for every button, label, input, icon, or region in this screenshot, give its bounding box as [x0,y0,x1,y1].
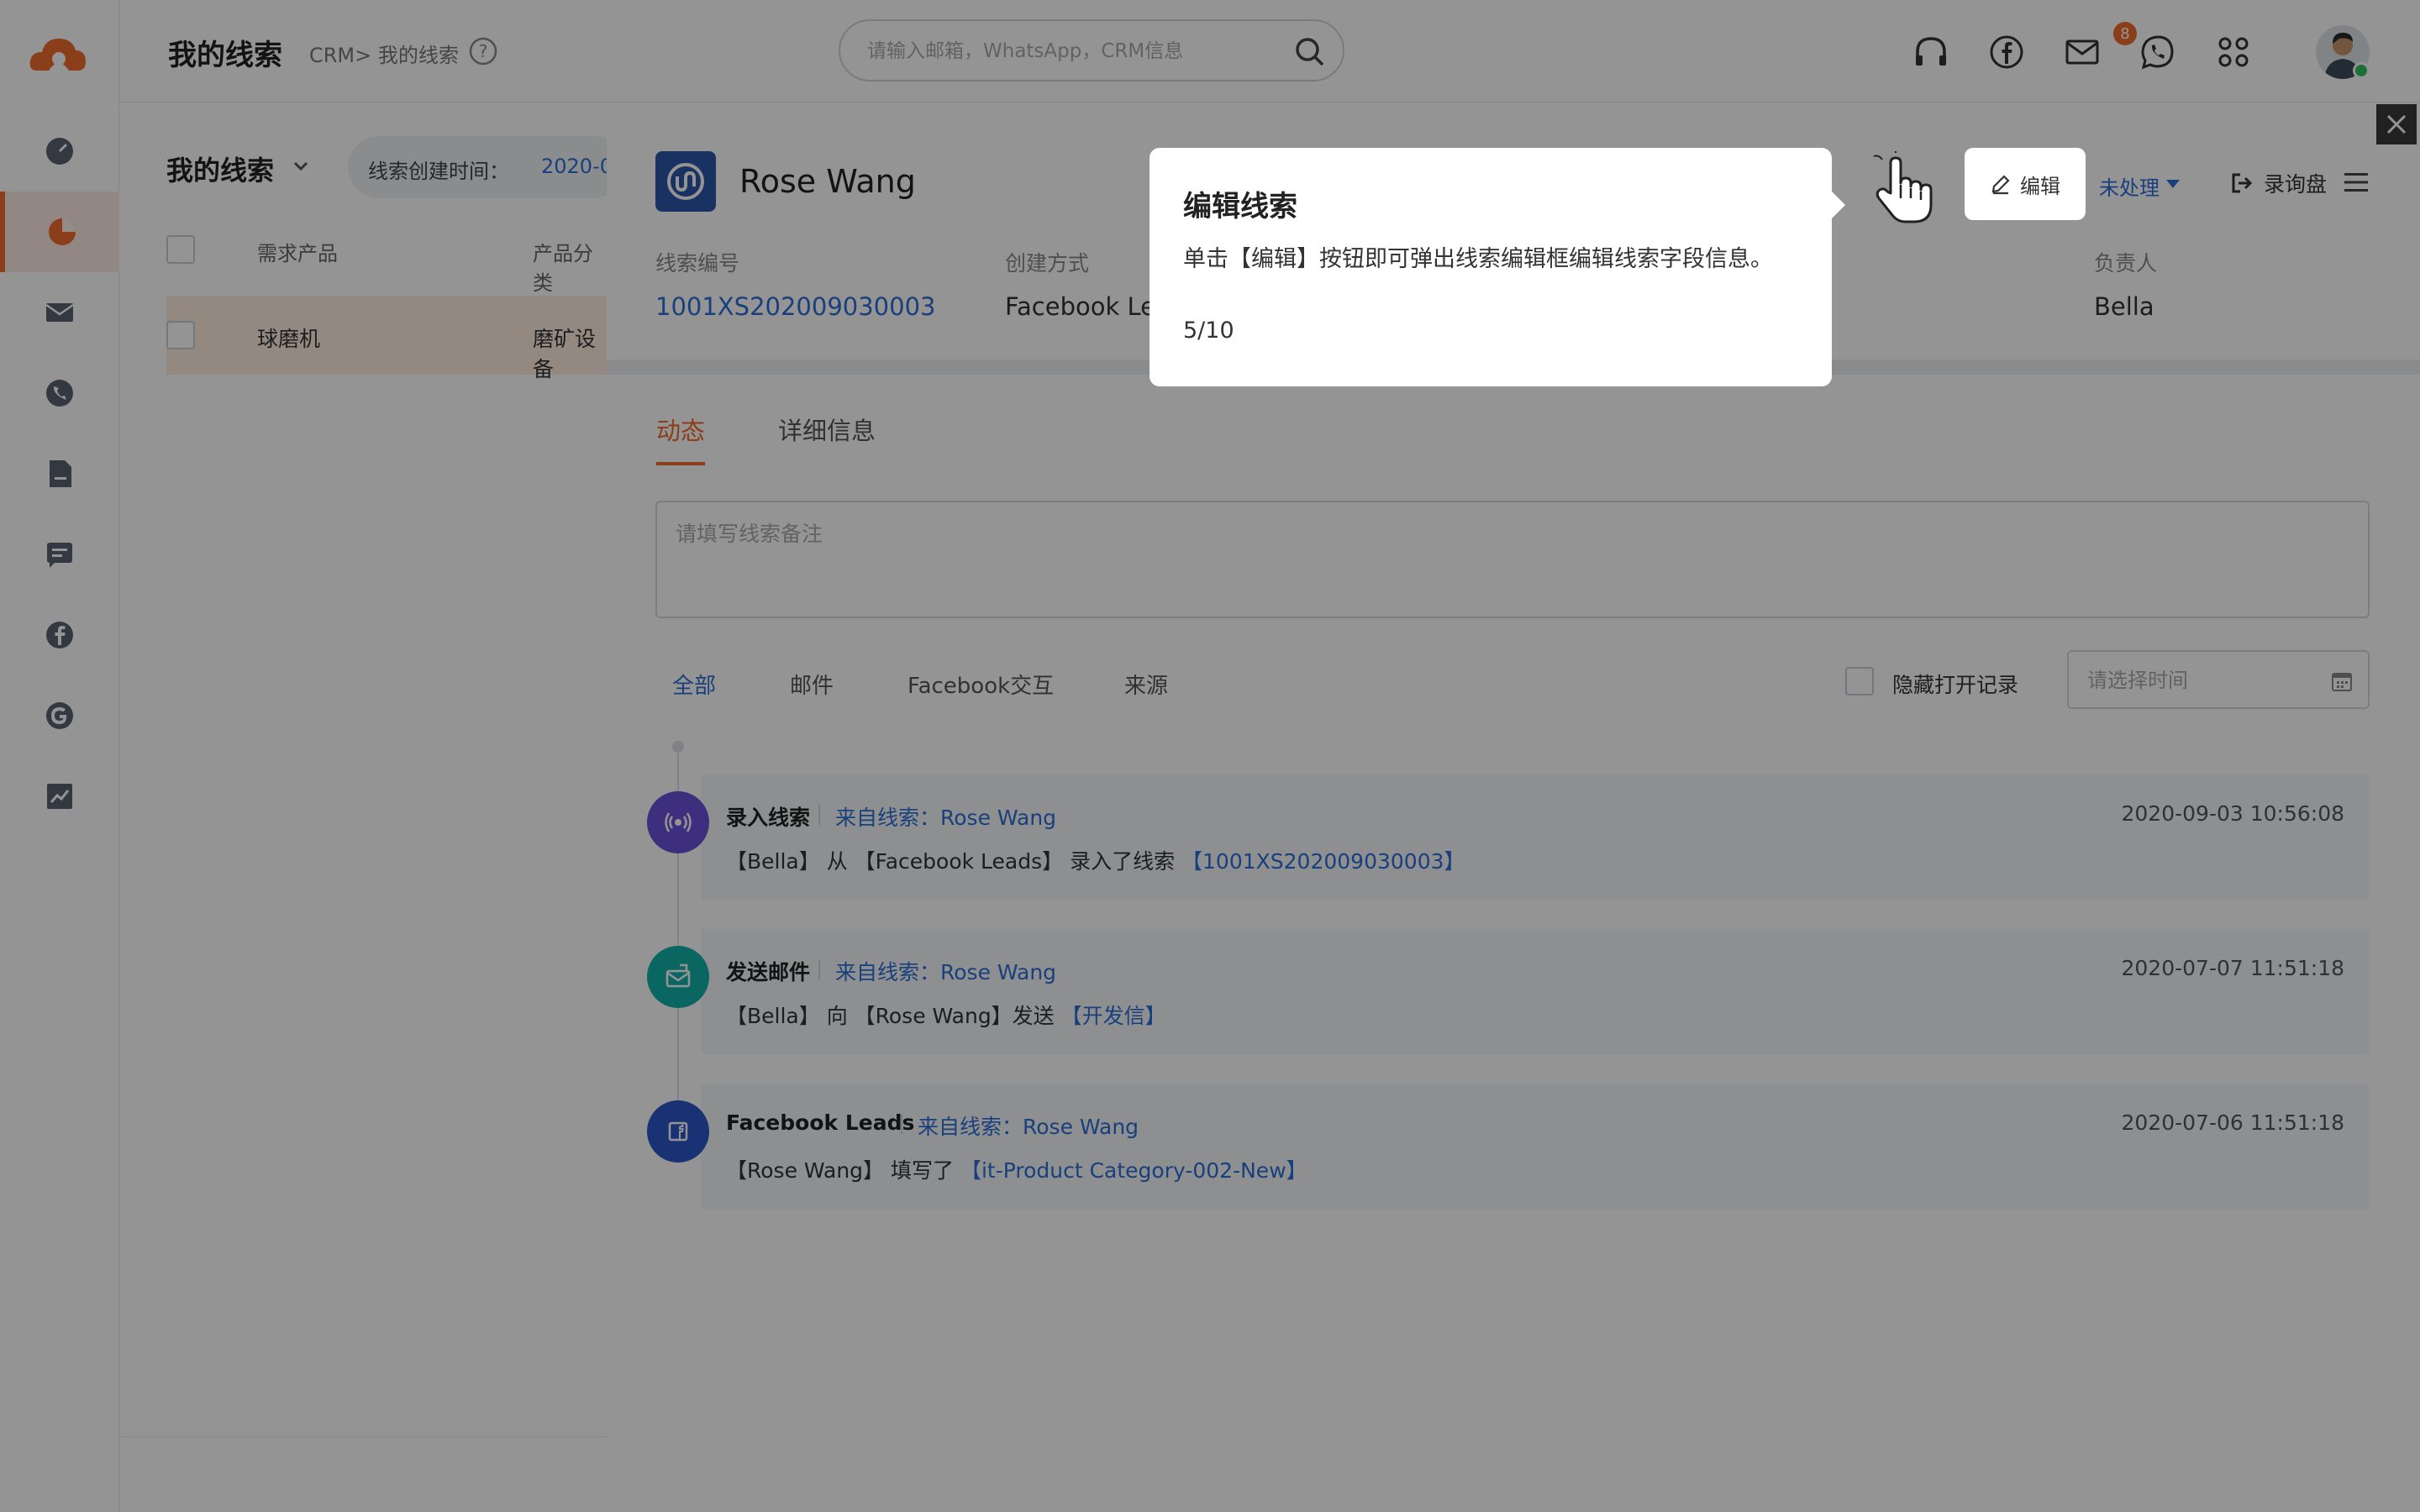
tooltip-text: 单击【编辑】按钮即可弹出线索编辑框编辑线索字段信息。 [1183,246,1773,272]
edit-button-label: 编辑 [2020,174,2060,198]
tooltip-title: 编辑线索 [1183,190,1297,223]
tour-tooltip: 编辑线索 单击【编辑】按钮即可弹出线索编辑框编辑线索字段信息。 5/10 [1150,148,1832,386]
pointer-hand-icon [1873,151,1933,223]
pencil-icon [1991,175,2010,195]
tooltip-step-counter: 5/10 [1183,318,1234,344]
edit-button[interactable]: 编辑 [1965,148,2086,220]
tooltip-arrow [1830,190,1845,220]
